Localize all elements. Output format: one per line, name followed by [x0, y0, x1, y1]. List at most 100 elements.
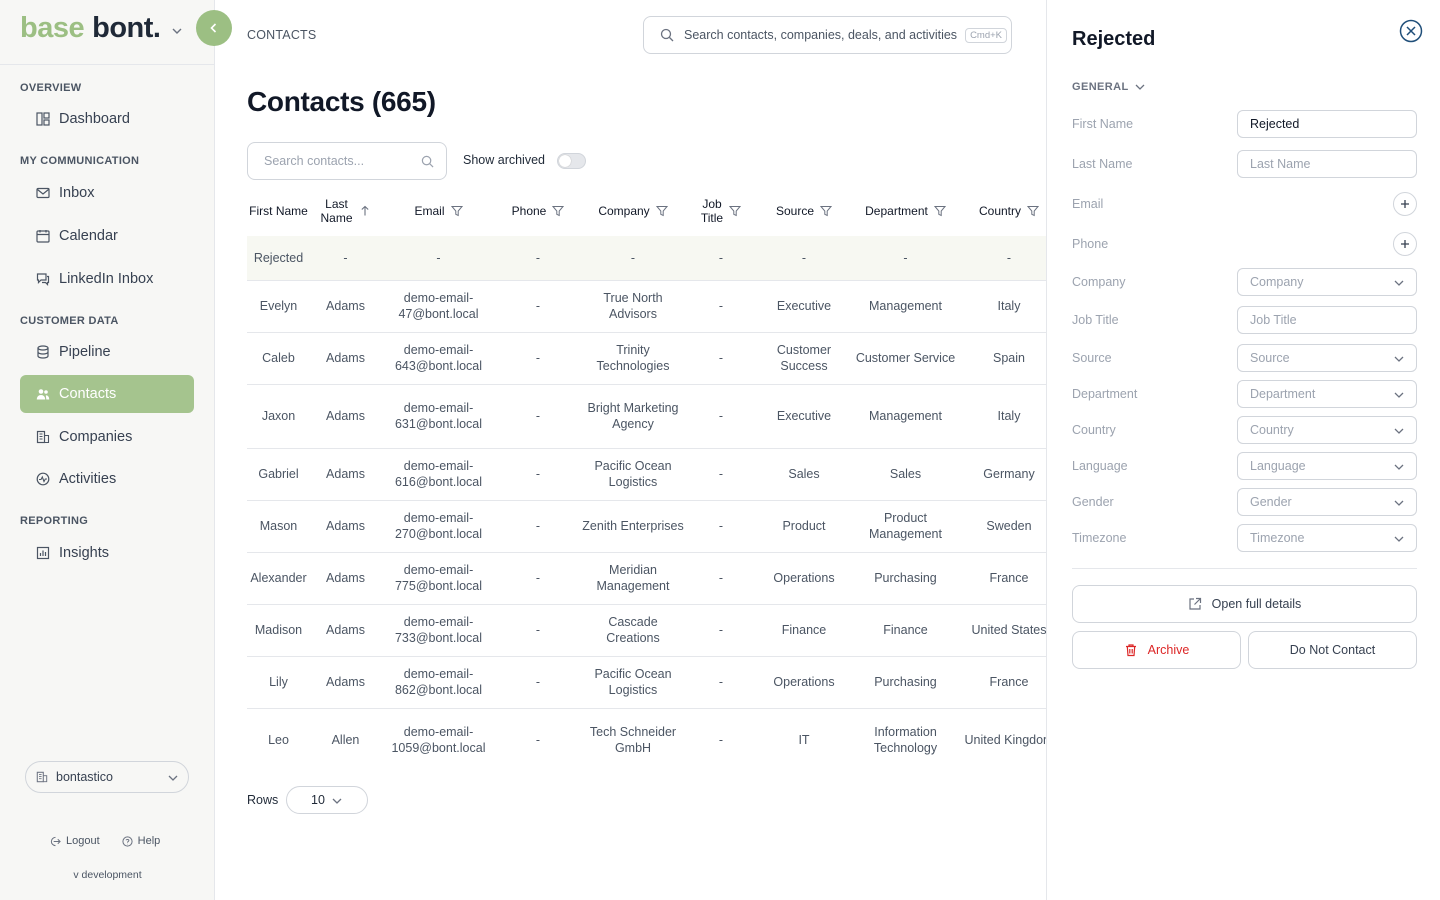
table-cell: demo-email-270@bont.local: [381, 500, 496, 553]
table-cell: Madison: [247, 604, 310, 657]
users-icon: [36, 389, 50, 400]
table-row[interactable]: Jaxon Adams demo-email-631@bont.local - Brig…: [247, 384, 1047, 449]
table-row[interactable]: Lily Adams demo-email-862@bont.local - Pacif…: [247, 656, 1047, 709]
filter-icon[interactable]: [729, 205, 742, 217]
language-select[interactable]: Language: [1237, 452, 1417, 480]
timezone-select[interactable]: Timezone: [1237, 524, 1417, 552]
workspace-selector[interactable]: bontastico: [25, 761, 189, 793]
column-header-label: Country: [978, 204, 1022, 218]
chevron-down-icon[interactable]: [172, 26, 182, 36]
chevron-down-icon: [1394, 392, 1404, 398]
rows-per-page-select[interactable]: 10: [286, 786, 368, 814]
filter-icon[interactable]: [450, 205, 463, 217]
add-phone-button[interactable]: [1393, 232, 1417, 256]
column-header-label: Last Name: [320, 197, 353, 225]
archive-button[interactable]: Archive: [1072, 631, 1241, 669]
table-row[interactable]: Leo Allen demo-email-1059@bont.local - Tech …: [247, 708, 1047, 766]
sidebar-item-activities[interactable]: Activities: [20, 460, 194, 498]
table-row[interactable]: Caleb Adams demo-email-643@bont.local - Trin…: [247, 332, 1047, 385]
chevron-down-icon: [1394, 356, 1404, 362]
table-row[interactable]: Alexander Adams demo-email-775@bont.local -…: [247, 552, 1047, 605]
source-select[interactable]: Source: [1237, 344, 1417, 372]
column-header-content: Job Title: [700, 197, 742, 225]
filter-icon[interactable]: [655, 205, 668, 217]
filter-icon[interactable]: [820, 205, 833, 217]
do-not-contact-button[interactable]: Do Not Contact: [1248, 631, 1417, 669]
sidebar-item-dashboard[interactable]: Dashboard: [20, 100, 194, 138]
contact-search-placeholder: Search contacts...: [264, 154, 365, 168]
country-label: Country: [1072, 423, 1116, 437]
company-select[interactable]: Company: [1237, 268, 1417, 296]
plus-icon: [1401, 240, 1409, 248]
table-cell: Rejected: [247, 236, 310, 281]
global-search-input[interactable]: Search contacts, companies, deals, and a…: [643, 16, 1012, 54]
column-header[interactable]: First Name: [247, 186, 310, 236]
table-cell: -: [686, 708, 756, 766]
sidebar-item-inbox[interactable]: Inbox: [20, 174, 194, 212]
first-name-label: First Name: [1072, 117, 1134, 131]
column-header-content: Country: [978, 204, 1040, 218]
sidebar-item-companies[interactable]: Companies: [20, 418, 194, 456]
brand-logo[interactable]: base bont.: [20, 12, 182, 46]
breadcrumb: CONTACTS: [247, 28, 317, 42]
page-title: Contacts (665): [247, 86, 436, 117]
table-row[interactable]: Mason Adams demo-email-270@bont.local - Zeni…: [247, 500, 1047, 553]
table-cell: Adams: [310, 448, 381, 501]
job-title-field[interactable]: [1237, 306, 1417, 334]
collapse-sidebar-button[interactable]: [196, 10, 232, 46]
table-cell: -: [686, 500, 756, 553]
table-cell: Bright Marketing Agency: [580, 384, 686, 449]
sidebar-item-linkedin-inbox[interactable]: LinkedIn Inbox: [20, 260, 194, 298]
general-section-toggle[interactable]: GENERAL: [1072, 81, 1145, 93]
contact-search-input[interactable]: Search contacts...: [247, 142, 447, 180]
language-label: Language: [1072, 459, 1128, 473]
table-row[interactable]: Madison Adams demo-email-733@bont.local - Ca…: [247, 604, 1047, 657]
column-header[interactable]: Job Title: [686, 186, 756, 236]
global-search-placeholder: Search contacts, companies, deals, and a…: [684, 28, 958, 42]
logout-button[interactable]: Logout: [50, 835, 100, 847]
table-row[interactable]: Evelyn Adams demo-email-47@bont.local - True…: [247, 280, 1047, 333]
sidebar-item-insights[interactable]: Insights: [20, 534, 194, 572]
table-cell: -: [686, 236, 756, 281]
sort-ascending-icon[interactable]: [359, 205, 371, 217]
country-select[interactable]: Country: [1237, 416, 1417, 444]
database-icon: [37, 345, 49, 359]
gender-select[interactable]: Gender: [1237, 488, 1417, 516]
add-email-button[interactable]: [1393, 192, 1417, 216]
sidebar-item-contacts[interactable]: Contacts: [20, 375, 194, 413]
help-button[interactable]: Help: [122, 835, 160, 847]
last-name-field[interactable]: [1237, 150, 1417, 178]
table-cell: Adams: [310, 384, 381, 449]
column-header[interactable]: Source: [756, 186, 852, 236]
source-placeholder: Source: [1250, 351, 1290, 365]
table-cell: -: [686, 552, 756, 605]
table-row[interactable]: Rejected - - - - - - - -: [247, 236, 1047, 281]
table-cell: -: [496, 604, 580, 657]
column-header[interactable]: Company: [580, 186, 686, 236]
column-header[interactable]: Phone: [496, 186, 580, 236]
chevron-down-icon: [332, 798, 342, 804]
column-header[interactable]: Last Name: [310, 186, 381, 236]
column-header[interactable]: Country: [959, 186, 1047, 236]
table-cell: -: [496, 656, 580, 709]
table-row[interactable]: Gabriel Adams demo-email-616@bont.local - Pa…: [247, 448, 1047, 501]
filter-icon[interactable]: [933, 205, 946, 217]
brand-part-2: bont.: [92, 12, 161, 44]
archive-label: Archive: [1147, 643, 1190, 657]
filter-icon[interactable]: [1027, 205, 1040, 217]
filter-icon[interactable]: [552, 205, 565, 217]
sidebar-item-pipeline[interactable]: Pipeline: [20, 333, 194, 371]
column-header[interactable]: Email: [381, 186, 496, 236]
column-header-label: Job Title: [700, 197, 724, 225]
column-header[interactable]: Department: [852, 186, 959, 236]
first-name-field[interactable]: [1237, 110, 1417, 138]
table-cell: Alexander: [247, 552, 310, 605]
open-full-details-button[interactable]: Open full details: [1072, 585, 1417, 623]
department-select[interactable]: Department: [1237, 380, 1417, 408]
close-icon[interactable]: [1399, 19, 1423, 43]
sidebar-item-label: Contacts: [59, 386, 117, 402]
show-archived-toggle[interactable]: [557, 153, 586, 169]
table-cell: Pacific Ocean Logistics: [580, 656, 686, 709]
table-cell: -: [496, 552, 580, 605]
sidebar-item-calendar[interactable]: Calendar: [20, 217, 194, 255]
